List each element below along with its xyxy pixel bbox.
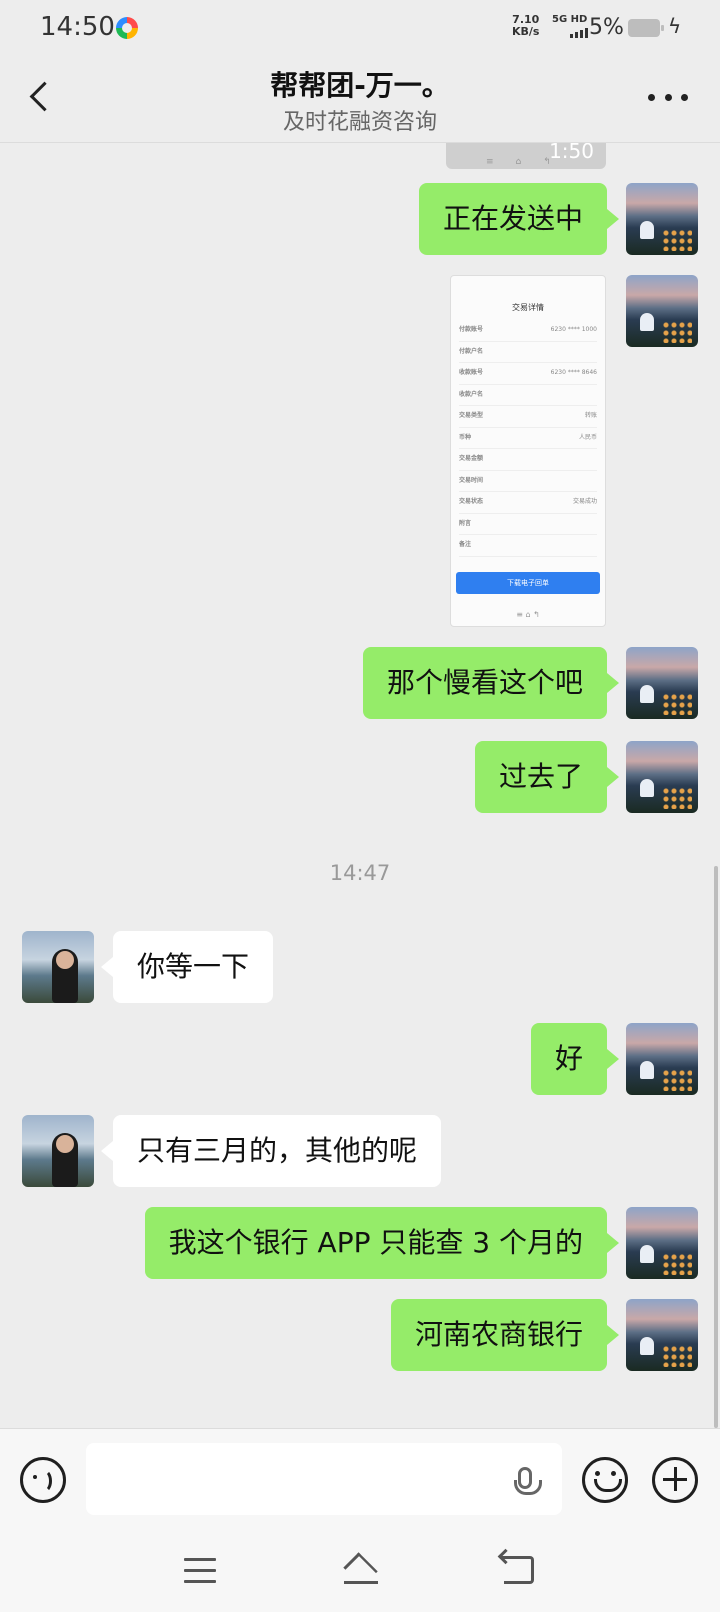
battery-icon [628, 19, 664, 37]
chat-header: 帮帮团-万一。 及时花融资咨询 [0, 56, 720, 143]
previous-image-nav: ≡⌂↰ [486, 157, 573, 167]
message-bubble-received[interactable]: 只有三月的，其他的呢 [100, 1115, 442, 1187]
my-avatar[interactable] [626, 1299, 698, 1371]
chat-title: 帮帮团-万一。 [270, 69, 450, 102]
screenshot-row-label: 收款户名 [459, 390, 484, 398]
app-notification-icon [116, 17, 138, 39]
screenshot-nav: ≡ ⌂ ↰ [516, 610, 540, 619]
status-time: 14:50 [40, 12, 115, 42]
image-message[interactable]: 交易详情 付款账号 6230 **** 1000 付款户名 收款账号 6230 **… [450, 275, 606, 627]
voice-icon[interactable] [20, 1457, 66, 1503]
screenshot-row-label: 收款账号 [459, 369, 484, 376]
message-bubble-sent[interactable]: 河南农商银行 [390, 1299, 620, 1371]
screenshot-row: 付款账号 6230 **** 1000 [459, 320, 597, 342]
plus-icon[interactable] [652, 1457, 698, 1503]
screenshot-status [451, 276, 605, 296]
more-dots-icon[interactable] [648, 94, 688, 104]
screenshot-row: 交易时间 [459, 471, 597, 492]
message-bubble-sent[interactable]: 正在发送中 [418, 183, 620, 255]
contact-avatar[interactable] [22, 1115, 94, 1187]
screenshot-row-value: 6230 **** 1000 [550, 326, 597, 333]
screenshot-row-label: 交易状态 [459, 498, 484, 505]
my-avatar[interactable] [626, 1023, 698, 1095]
message-bubble-received[interactable]: 你等一下 [100, 931, 274, 1003]
system-nav-bar [0, 1532, 720, 1612]
input-bar [0, 1428, 720, 1533]
screenshot-row: 收款户名 [459, 385, 597, 406]
my-avatar[interactable] [626, 275, 698, 347]
screenshot-header: 交易详情 [512, 303, 544, 312]
previous-image-message[interactable]: 1:50 ≡⌂↰ [446, 143, 606, 169]
message-bubble-sent[interactable]: 那个慢看这个吧 [362, 647, 620, 719]
screenshot-row-value: 转账 [584, 412, 597, 419]
message-input[interactable] [86, 1443, 562, 1515]
emoji-icon[interactable] [582, 1457, 628, 1503]
charging-icon: ϟ [668, 14, 682, 38]
screenshot-row-label: 备注 [459, 541, 472, 548]
screenshot-row-value: 6230 **** 8646 [550, 369, 597, 376]
screenshot-row: 币种 人民币 [459, 428, 597, 449]
mic-icon[interactable] [514, 1467, 542, 1495]
status-bar: 14:50 7.10 KB/s 5G HD 5% ϟ [0, 0, 720, 56]
my-avatar[interactable] [626, 1207, 698, 1279]
screenshot-row-label: 付款账号 [459, 326, 484, 333]
my-avatar[interactable] [626, 183, 698, 255]
screenshot-row: 交易金额 [459, 449, 597, 471]
screenshot-row-label: 交易类型 [459, 412, 484, 419]
message-bubble-sent[interactable]: 好 [530, 1023, 620, 1095]
screenshot-button: 下载电子回单 [456, 572, 600, 594]
screenshot-row: 交易状态 交易成功 [459, 492, 597, 514]
net-speed-unit: KB/s [512, 25, 540, 38]
network-type: 5G HD [552, 14, 588, 25]
menu-icon[interactable] [184, 1558, 216, 1584]
screenshot-row-label: 付款户名 [459, 347, 484, 355]
screenshot-row: 付款户名 [459, 342, 597, 363]
screenshot-row: 附言 [459, 514, 597, 535]
contact-avatar[interactable] [22, 931, 94, 1003]
screenshot-row: 交易类型 转账 [459, 406, 597, 428]
scrollbar[interactable] [714, 866, 718, 1428]
screenshot-row-label: 交易时间 [459, 476, 484, 484]
screenshot-row: 备注 [459, 535, 597, 557]
home-icon[interactable] [342, 1554, 378, 1584]
message-list[interactable]: 1:50 ≡⌂↰ 正在发送中 交易详情 付款账号 6230 **** 1000 付… [0, 143, 720, 1428]
screenshot-row: 收款账号 6230 **** 8646 [459, 363, 597, 385]
signal-icon [570, 28, 588, 38]
screenshot-row-label: 币种 [459, 433, 472, 441]
screenshot-row-value: 交易成功 [572, 498, 597, 505]
screenshot-row-value: 人民币 [578, 433, 597, 441]
net-speed: 7.10 KB/s [512, 14, 539, 38]
screenshot-row-label: 附言 [459, 519, 472, 527]
screenshot-row-label: 交易金额 [459, 455, 484, 462]
timestamp: 14:47 [329, 861, 391, 885]
message-bubble-sent[interactable]: 过去了 [474, 741, 620, 813]
my-avatar[interactable] [626, 741, 698, 813]
chat-subtitle: 及时花融资咨询 [282, 110, 437, 135]
message-bubble-sent[interactable]: 我这个银行 APP 只能查 3 个月的 [144, 1207, 620, 1279]
battery-percent: 5% [589, 15, 624, 40]
my-avatar[interactable] [626, 647, 698, 719]
back-icon[interactable] [500, 1556, 534, 1584]
